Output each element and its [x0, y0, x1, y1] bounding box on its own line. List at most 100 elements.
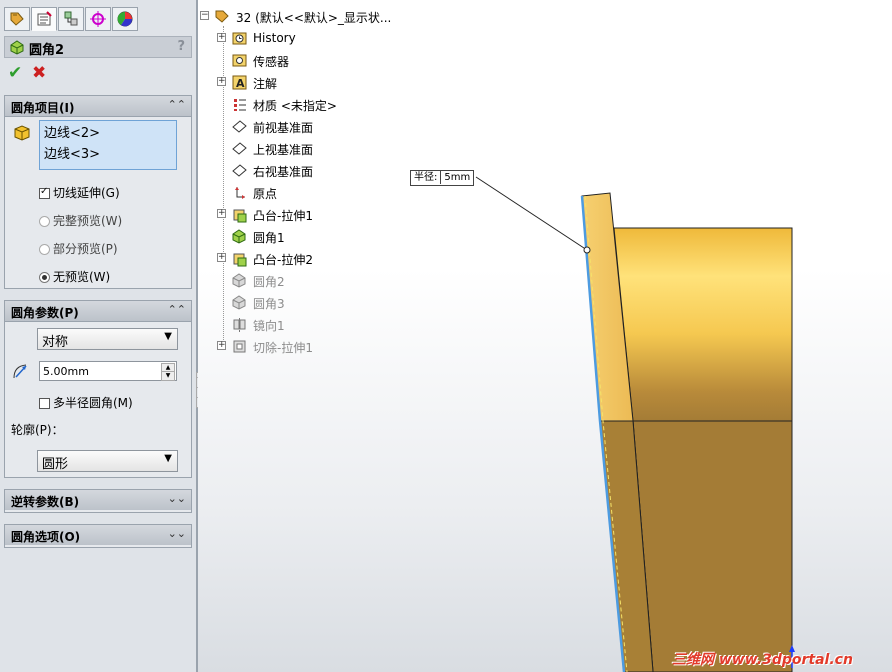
partial-preview-radio[interactable]: 部分预览(P)	[39, 240, 118, 257]
fillet-icon	[10, 40, 24, 55]
no-preview-label: 无预览(W)	[53, 270, 111, 284]
feature-tree: − 32 (默认<<默认>_显示状... + History 传感器 + A 注解 材质 <…	[198, 0, 458, 360]
fillet-options-header[interactable]: 圆角选项(O) ⌄⌄	[5, 525, 191, 545]
display-manager-tab[interactable]	[112, 7, 138, 31]
profile-select[interactable]: 圆形 ▼	[37, 450, 178, 472]
fillet-icon	[232, 229, 246, 244]
tree-item-label: 圆角3	[253, 297, 285, 311]
expand-toggle-icon[interactable]: +	[217, 341, 226, 350]
cancel-button[interactable]: ✖	[32, 64, 50, 82]
reverse-parameters-title: 逆转参数(B)	[11, 495, 80, 509]
property-manager-icon	[37, 11, 52, 26]
feature-manager-tab[interactable]	[4, 7, 30, 31]
leader-anchor	[583, 246, 591, 254]
edge-selection-list[interactable]: 边线<2> 边线<3>	[39, 120, 177, 170]
multi-radius-checkbox[interactable]: 多半径圆角(M)	[39, 394, 133, 411]
spin-down-button[interactable]: ▼	[161, 371, 175, 381]
multi-radius-label: 多半径圆角(M)	[53, 396, 133, 410]
dimxpert-icon	[90, 11, 106, 27]
expand-toggle-icon[interactable]: +	[217, 33, 226, 42]
chevron-down-icon: ▼	[164, 453, 172, 464]
tree-item-label: 右视基准面	[253, 165, 314, 179]
property-manager-title-bar: 圆角2 ?	[4, 36, 192, 58]
configuration-manager-icon	[64, 11, 78, 26]
property-manager-tab[interactable]	[31, 7, 57, 31]
tree-item-label: 原点	[253, 187, 278, 201]
close-icon: ✖	[32, 63, 47, 83]
fillet-method-value: 对称	[42, 335, 69, 350]
part-icon	[215, 10, 229, 23]
list-item[interactable]: 边线<3>	[44, 144, 172, 165]
reverse-parameters-header[interactable]: 逆转参数(B) ⌄⌄	[5, 490, 191, 510]
partial-preview-label: 部分预览(P)	[53, 242, 118, 256]
collapse-chevron-icon[interactable]: ⌃⌃	[168, 98, 186, 111]
fillet-parameters-title: 圆角参数(P)	[11, 306, 79, 320]
sensor-icon	[232, 54, 247, 67]
configuration-manager-tab[interactable]	[58, 7, 84, 31]
graphics-area[interactable]: 半径: 5mm − 32 (默认<<默认>_显示状... + History 传感器 +…	[198, 0, 892, 672]
tangent-propagation-label: 切线延伸(G)	[53, 186, 120, 200]
fillet-options-title: 圆角选项(O)	[11, 530, 81, 544]
origin-icon	[235, 187, 245, 199]
fillet-parameters-group: 圆角参数(P) ⌃⌃ 对称 ▼ 5.00mm ▲ ▼ 多半径圆角(M) 轮廓(P…	[4, 300, 192, 478]
fillet-parameters-header[interactable]: 圆角参数(P) ⌃⌃	[5, 301, 191, 322]
manager-tabs	[0, 6, 196, 32]
tree-item-label: 镜向1	[253, 319, 285, 333]
tree-item-label: 上视基准面	[253, 143, 314, 157]
plane-icon	[232, 164, 247, 177]
radio-icon[interactable]	[39, 244, 50, 255]
fillet-icon	[232, 295, 246, 310]
full-preview-label: 完整预览(W)	[53, 214, 123, 228]
annotation-icon: A	[232, 75, 247, 90]
chevron-down-icon: ▼	[164, 331, 172, 342]
radius-value: 5.00mm	[43, 365, 89, 378]
tree-item-label: 材质 <未指定>	[253, 99, 337, 113]
material-icon	[234, 99, 246, 111]
tree-item-label: 传感器	[253, 55, 290, 69]
display-manager-icon	[117, 11, 133, 27]
expand-toggle-icon[interactable]: +	[217, 209, 226, 218]
fillet-items-group: 圆角项目(I) ⌃⌃ 边线<2> 边线<3> 切线延伸(G) 完整预览(W) 部…	[4, 95, 192, 289]
tree-item-label: 圆角2	[253, 275, 285, 289]
history-icon	[232, 32, 247, 45]
mirror-icon	[233, 318, 246, 332]
list-item[interactable]: 边线<2>	[44, 123, 172, 144]
tree-item-label: 凸台-拉伸2	[253, 253, 313, 267]
tangent-propagation-checkbox[interactable]: 切线延伸(G)	[39, 184, 120, 201]
expand-toggle-icon[interactable]: +	[217, 77, 226, 86]
edge-selection-icon	[14, 125, 30, 141]
tree-item-label: History	[253, 31, 296, 45]
tree-item-label: 切除-拉伸1	[253, 341, 313, 355]
reverse-parameters-group: 逆转参数(B) ⌄⌄	[4, 489, 192, 513]
expand-chevron-icon[interactable]: ⌄⌄	[168, 492, 186, 505]
radio-selected-icon[interactable]	[39, 272, 50, 283]
watermark: 三维网 www.3dportal.cn	[672, 652, 853, 668]
dimxpert-tab[interactable]	[85, 7, 111, 31]
fillet-items-header[interactable]: 圆角项目(I) ⌃⌃	[5, 96, 191, 117]
radius-icon	[13, 364, 27, 379]
tree-item-label: 凸台-拉伸1	[253, 209, 313, 223]
expand-chevron-icon[interactable]: ⌄⌄	[168, 527, 186, 540]
checkbox-icon[interactable]	[39, 398, 50, 409]
full-preview-radio[interactable]: 完整预览(W)	[39, 212, 122, 229]
checkbox-checked-icon[interactable]	[39, 186, 50, 199]
tree-item-label: 圆角1	[253, 231, 285, 245]
plane-icon	[232, 142, 247, 155]
ok-button[interactable]: ✔	[8, 64, 26, 82]
fillet-method-select[interactable]: 对称 ▼	[37, 328, 178, 350]
help-button[interactable]: ?	[177, 39, 185, 54]
collapse-toggle-icon[interactable]: −	[200, 11, 209, 20]
profile-value: 圆形	[42, 457, 69, 472]
no-preview-radio[interactable]: 无预览(W)	[39, 268, 110, 285]
collapse-chevron-icon[interactable]: ⌃⌃	[168, 303, 186, 316]
model-face-lower	[632, 420, 793, 672]
profile-label: 轮廓(P)：	[11, 423, 64, 437]
expand-toggle-icon[interactable]: +	[217, 253, 226, 262]
extrude-cut-icon	[233, 340, 246, 353]
radius-input[interactable]: 5.00mm ▲ ▼	[39, 361, 177, 381]
checkmark-icon: ✔	[8, 63, 23, 83]
feature-title: 圆角2	[29, 43, 65, 58]
tree-root-label: 32 (默认<<默认>_显示状...	[236, 11, 392, 25]
extrude-boss-icon	[233, 253, 247, 267]
radio-icon[interactable]	[39, 216, 50, 227]
